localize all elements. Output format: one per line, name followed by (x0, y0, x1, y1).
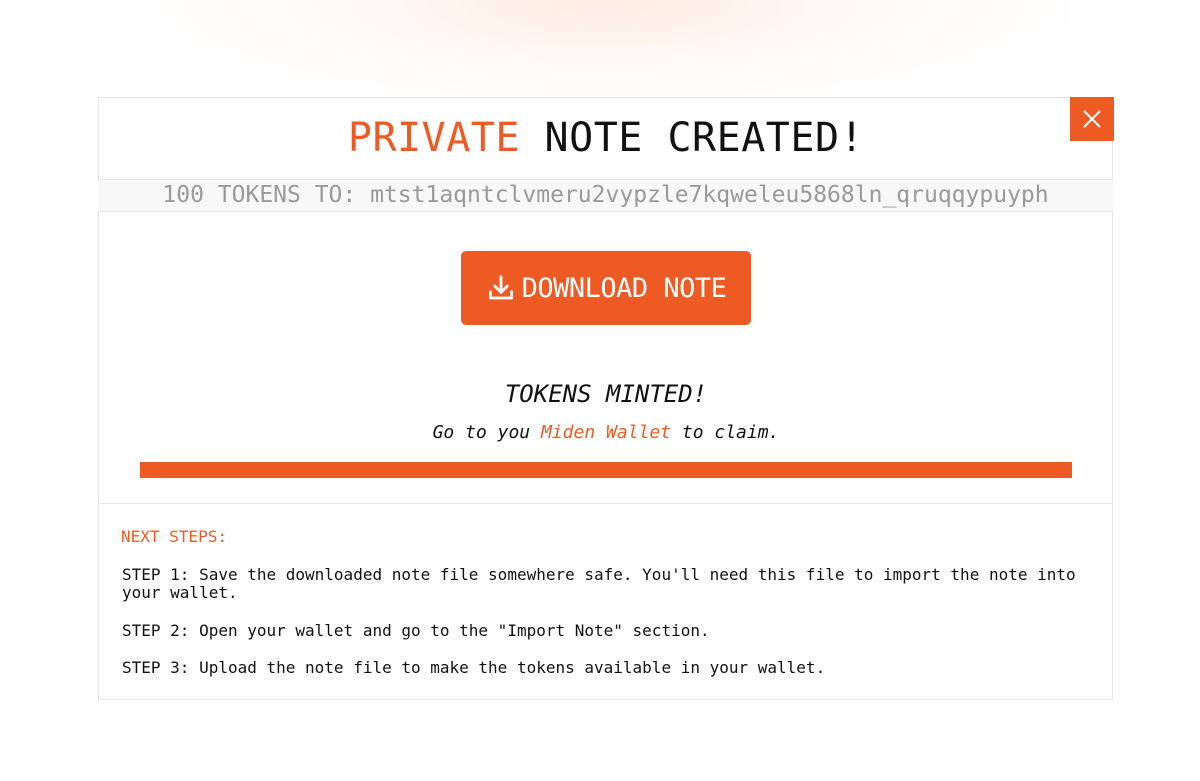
download-icon (488, 275, 513, 300)
step-2-text: STEP 2: Open your wallet and go to the "… (122, 621, 710, 640)
step-1-text: STEP 1: Save the downloaded note file so… (122, 565, 1076, 602)
tokens-minted-heading: TOKENS MINTED! (504, 380, 708, 408)
claim-prefix: Go to you (432, 422, 541, 443)
modal-title: PRIVATE NOTE CREATED! (0, 112, 1200, 164)
section-divider (98, 503, 1113, 504)
miden-wallet-link[interactable]: Miden Wallet (541, 422, 671, 443)
claim-suffix: to claim. (671, 422, 780, 443)
mint-progress-fill (140, 462, 1072, 478)
download-note-button[interactable]: DOWNLOAD NOTE (461, 251, 751, 325)
backdrop-glow (140, 0, 1070, 110)
claim-instruction: Go to you Miden Wallet to claim. (0, 420, 1200, 446)
title-accent-word: PRIVATE (347, 115, 520, 161)
recipient-info: 100 TOKENS TO: mtst1aqntclvmeru2vypzle7k… (98, 179, 1113, 212)
next-steps-heading: NEXT STEPS: (121, 527, 227, 546)
download-button-label: DOWNLOAD NOTE (521, 272, 727, 304)
mint-progress-bar (140, 462, 1072, 478)
step-3-text: STEP 3: Upload the note file to make the… (122, 658, 826, 677)
title-rest: NOTE CREATED! (519, 115, 865, 161)
